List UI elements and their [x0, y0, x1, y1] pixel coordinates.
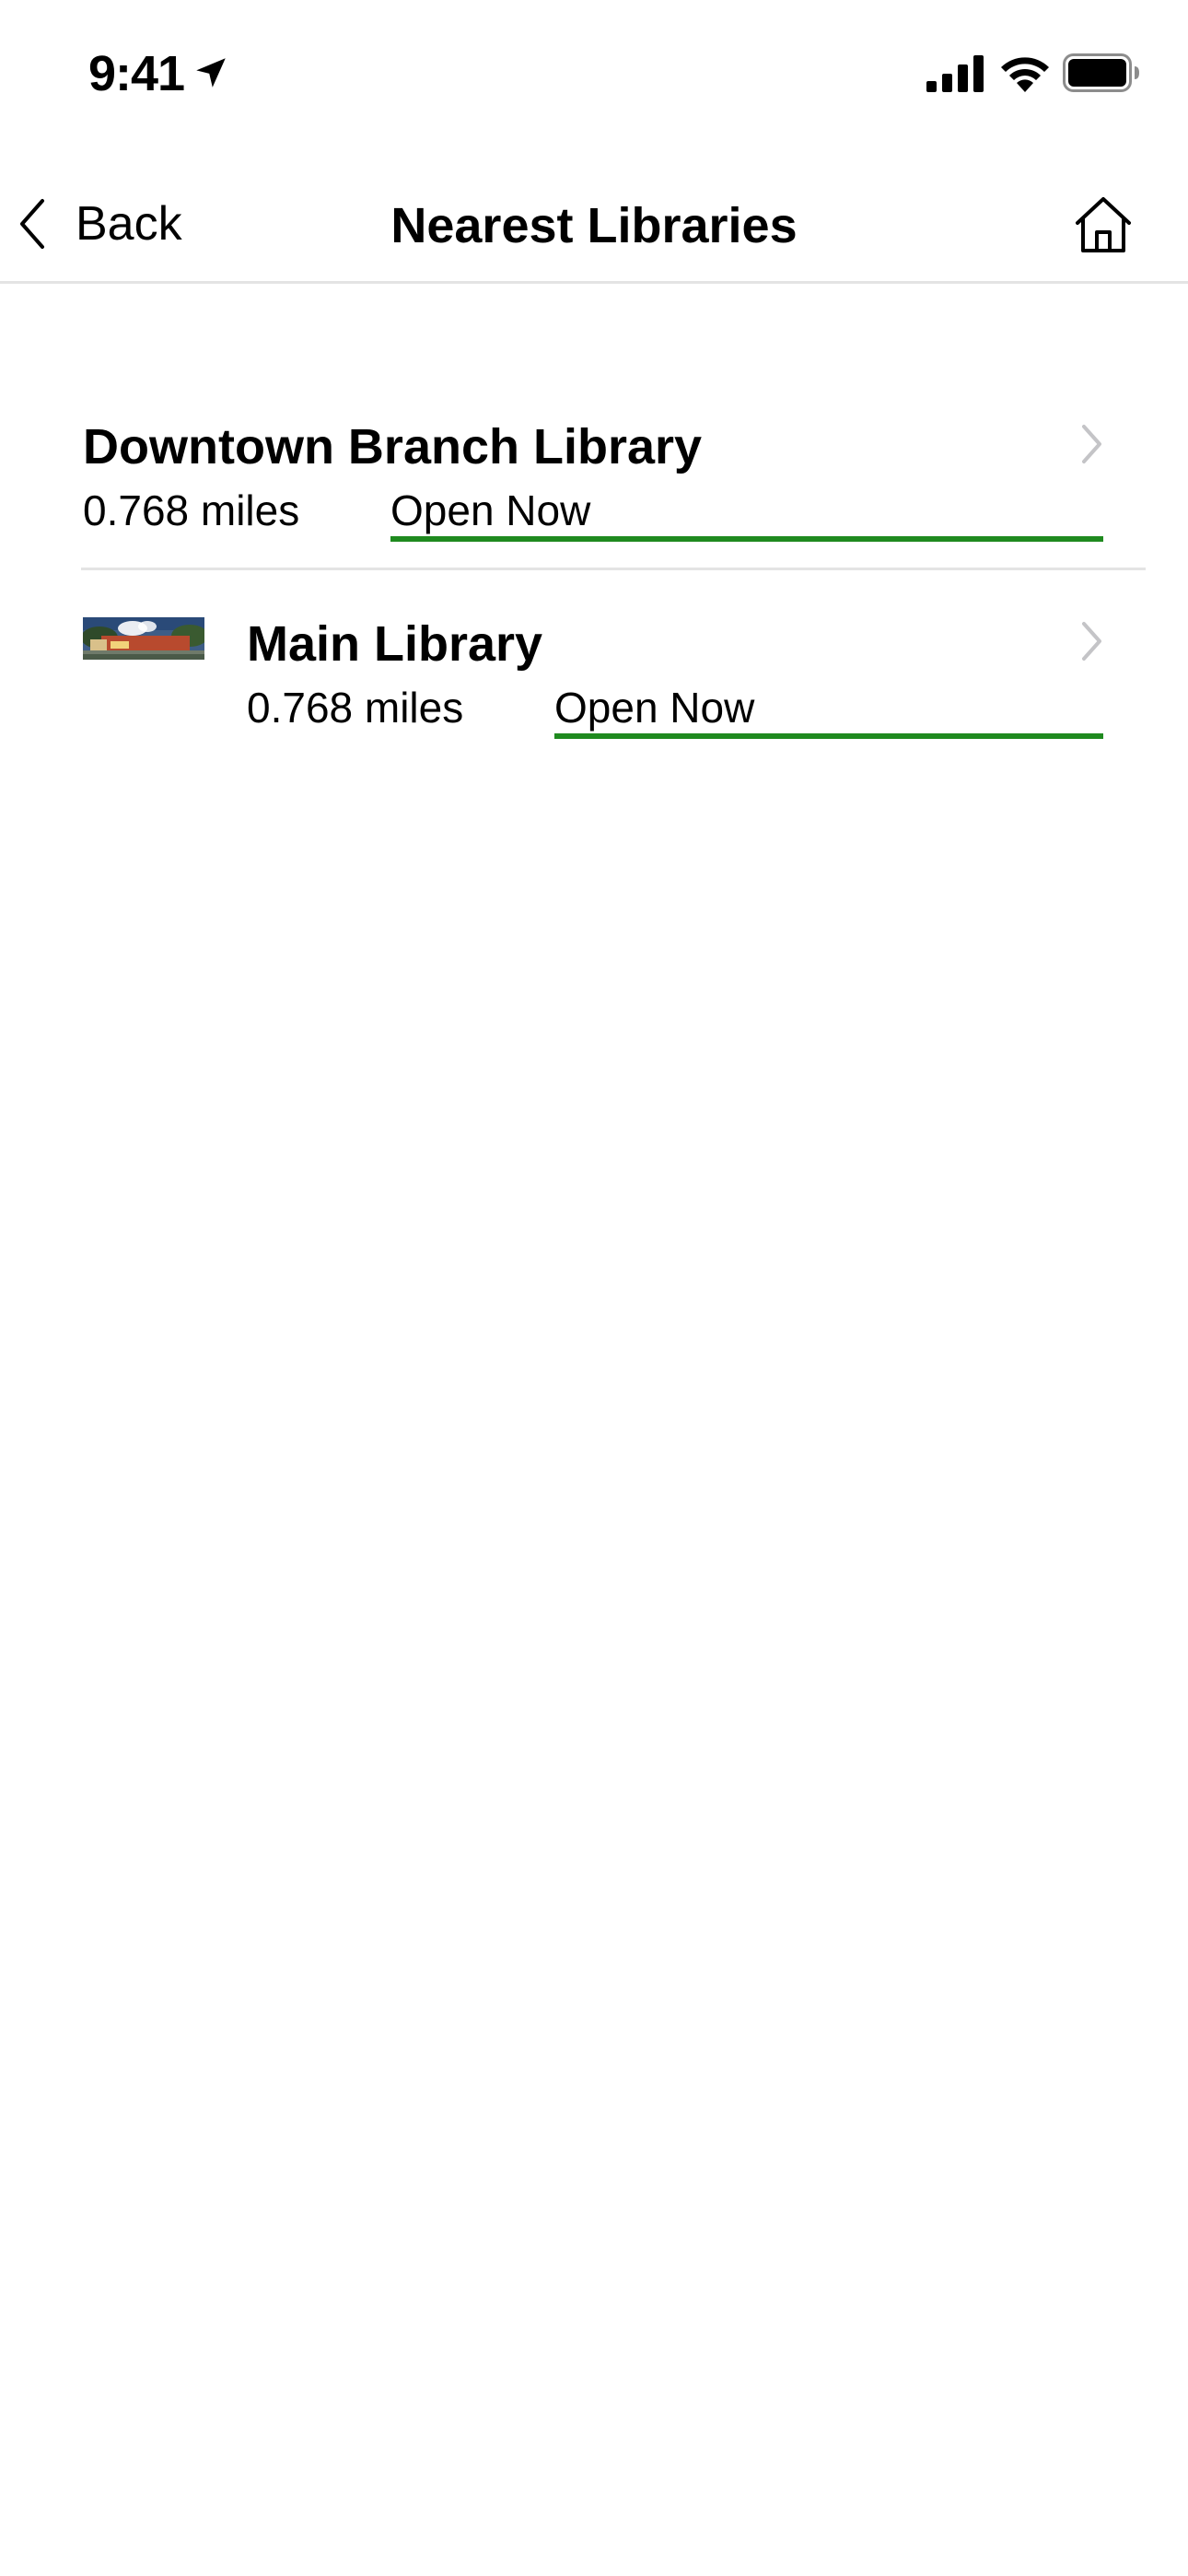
open-status-underline: [554, 733, 1103, 739]
status-bar: 9:41: [0, 0, 1188, 138]
list-item[interactable]: Downtown Branch Library 0.768 miles Open…: [0, 396, 1188, 571]
library-name: Main Library: [247, 616, 543, 672]
home-icon[interactable]: [1072, 193, 1135, 256]
library-list: Downtown Branch Library 0.768 miles Open…: [0, 396, 1188, 739]
navigation-bar: Back Nearest Libraries: [0, 138, 1188, 284]
library-thumbnail: [83, 617, 204, 660]
open-status: Open Now: [390, 486, 591, 534]
battery-icon: [1063, 53, 1139, 92]
chevron-right-icon: [1082, 425, 1101, 463]
wifi-icon: [1001, 57, 1049, 92]
open-status: Open Now: [554, 684, 755, 732]
page-title: Nearest Libraries: [390, 198, 798, 253]
library-name: Downtown Branch Library: [83, 419, 703, 474]
cellular-signal-icon: [926, 55, 984, 92]
library-distance: 0.768 miles: [247, 684, 464, 732]
screen: 9:41 Back Nearest Libraries Downtown Bra…: [0, 0, 1188, 2576]
row-divider: [81, 568, 1146, 570]
chevron-right-icon: [1082, 622, 1101, 661]
status-time: 9:41: [88, 46, 185, 101]
list-item[interactable]: Main Library 0.768 miles Open Now: [0, 571, 1188, 774]
library-distance: 0.768 miles: [83, 486, 300, 534]
open-status-underline: [390, 536, 1103, 542]
location-arrow-icon: [196, 58, 226, 88]
